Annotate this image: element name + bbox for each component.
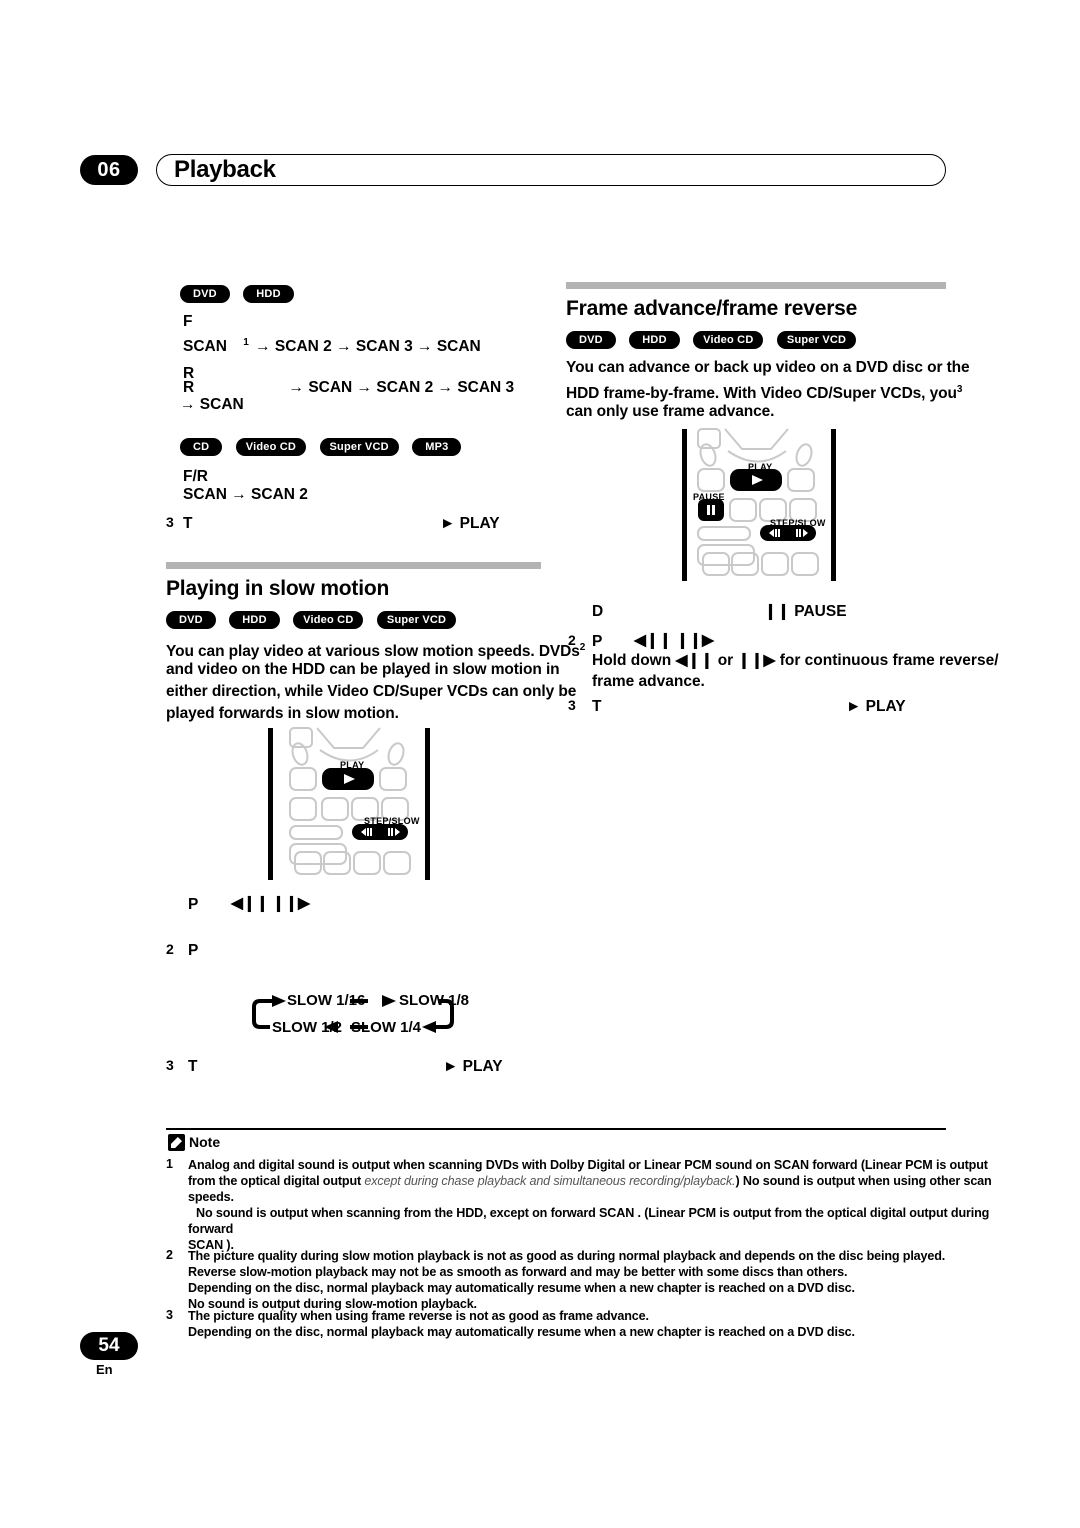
badge-mp3: MP3: [412, 438, 462, 456]
remote-illustration-slow-motion: [262, 726, 442, 888]
remote-step-slow-label: STEP/SLOW: [770, 518, 826, 528]
slow-motion-intro-text-1: You can play video at various slow motio…: [166, 643, 580, 661]
frame-advance-intro-line-1: You can advance or back up video on a DV…: [566, 359, 970, 376]
slow-motion-step-1-reverse-icon: ◀❙❙: [231, 895, 269, 912]
page-language-code: En: [96, 1362, 113, 1377]
badge-row-scan-dvd-hdd: DVD HDD: [180, 285, 303, 303]
notes-divider: [166, 1128, 946, 1130]
frame-advance-intro-text-2: HDD frame-by-frame. With Video CD/Super …: [566, 385, 957, 403]
note-line: speeds.: [188, 1190, 234, 1204]
frame-advance-step-3-number: 3: [568, 697, 576, 713]
note-line-italic: except during chase playback and simulta…: [364, 1174, 736, 1188]
note-line-tail: ) No sound is output when using other sc…: [735, 1174, 992, 1188]
badge-video-cd: Video CD: [293, 611, 364, 629]
frame-advance-intro-line-3: can only use frame advance.: [566, 403, 775, 420]
section-heading-slow-motion: Playing in slow motion: [166, 577, 390, 600]
slow-motion-step-3-action: ► PLAY: [443, 1058, 503, 1075]
page-number-badge: 54: [80, 1332, 138, 1360]
scan-fr-sequence: SCAN → SCAN 2: [183, 486, 308, 503]
badge-video-cd: Video CD: [693, 331, 764, 349]
scan-forward-label: F: [183, 313, 193, 330]
badge-hdd: HDD: [243, 285, 294, 303]
scan-fr-label: F/R: [183, 468, 208, 485]
badge-dvd: DVD: [566, 331, 616, 349]
note-line: Reverse slow-motion playback may not be …: [188, 1265, 848, 1279]
frame-advance-step-2-number: 2: [568, 632, 576, 648]
badge-video-cd: Video CD: [235, 438, 307, 456]
slow-motion-footnote-ref: 2: [579, 642, 586, 653]
note-line: Depending on the disc, normal playback m…: [188, 1325, 855, 1339]
badge-row-frame-advance: DVD HDD Video CD Super VCD: [566, 331, 865, 349]
chapter-number-badge: 06: [80, 155, 138, 185]
slow-motion-step-1-forward-icon: ❙❙▶: [272, 895, 310, 912]
note-number: 2: [166, 1248, 173, 1262]
remote-pause-label: PAUSE: [693, 492, 725, 502]
slow-motion-step-3-label: T: [188, 1058, 198, 1075]
remote-illustration-frame-advance: [676, 427, 856, 589]
badge-cd: CD: [180, 438, 223, 456]
frame-advance-step-1-action: ❙❙ PAUSE: [764, 603, 847, 620]
badge-row-scan-cd: CD Video CD Super VCD MP3: [180, 438, 470, 456]
page-title: Playback: [174, 156, 276, 183]
slow-motion-intro-line-2: and video on the HDD can be played in sl…: [166, 661, 560, 678]
notes-label: Note: [189, 1134, 221, 1150]
scan-forward-sequence-rest: → SCAN 2 → SCAN 3 → SCAN: [255, 338, 481, 356]
frame-advance-step-2-forward-icon: ❙❙▶: [676, 632, 714, 649]
note-line: forward: [188, 1222, 234, 1236]
slow-motion-intro-line-4: played forwards in slow motion.: [166, 705, 399, 722]
badge-hdd: HDD: [629, 331, 680, 349]
badge-super-vcd: Super VCD: [319, 438, 399, 456]
manual-page: 06 Playback DVD HDD F SCAN 1 → SCAN 2 → …: [0, 0, 1080, 1528]
frame-advance-hold-line-2: frame advance.: [592, 673, 705, 690]
scan-step-3-action: ► PLAY: [440, 515, 500, 532]
note-line: The picture quality during slow motion p…: [188, 1249, 946, 1263]
scan-reverse-sequence-prefix: R: [183, 379, 195, 396]
badge-row-slow-motion: DVD HDD Video CD Super VCD: [166, 611, 465, 629]
slow-motion-step-3-number: 3: [166, 1057, 174, 1073]
remote-play-label: PLAY: [748, 462, 773, 472]
pencil-icon: [168, 1134, 185, 1151]
frame-advance-hold-line-1: Hold down ◀❙❙ or ❙❙▶ for continuous fram…: [592, 652, 999, 669]
scan-reverse-sequence: R → SCAN → SCAN 2 → SCAN 3: [183, 379, 514, 397]
slow-motion-step-2-number: 2: [166, 941, 174, 957]
slow-motion-step-1-label: P: [188, 896, 199, 913]
section-rule-slow-motion: [166, 562, 541, 569]
scan-reverse-sequence-wrap: → SCAN: [180, 396, 244, 413]
frame-advance-step-3-action: ► PLAY: [846, 698, 906, 715]
note-line: No sound is output when scanning from th…: [196, 1206, 990, 1220]
section-rule-frame-advance: [566, 282, 946, 289]
slow-speed-4: SLOW 1/2: [272, 1019, 343, 1036]
badge-dvd: DVD: [166, 611, 216, 629]
note-line-head: from the optical digital output: [188, 1174, 365, 1188]
note-line: Depending on the disc, normal playback m…: [188, 1281, 855, 1295]
remote-step-slow-label: STEP/SLOW: [364, 816, 420, 826]
section-heading-frame-advance: Frame advance/frame reverse: [566, 297, 858, 320]
badge-dvd: DVD: [180, 285, 230, 303]
note-line: The picture quality when using frame rev…: [188, 1309, 649, 1323]
scan-forward-sequence: SCAN 1 → SCAN 2 → SCAN 3 → SCAN: [183, 337, 481, 356]
slow-speed-2: SLOW 1/8: [399, 992, 470, 1009]
slow-motion-step-2-label: P: [188, 942, 199, 959]
frame-advance-step-2-reverse-icon: ◀❙❙: [634, 632, 672, 649]
scan-reverse-sequence-rest: → SCAN → SCAN 2 → SCAN 3: [288, 379, 515, 396]
slow-speed-3: SLOW 1/4: [351, 1019, 422, 1036]
scan-forward-sequence-prefix: SCAN: [183, 338, 227, 356]
scan-forward-footnote-ref: 1: [243, 337, 249, 348]
frame-advance-step-1-label: D: [592, 603, 604, 620]
slow-speed-1: SLOW 1/16: [287, 992, 366, 1009]
scan-step-3-number: 3: [166, 514, 174, 530]
frame-advance-footnote-ref: 3: [956, 384, 963, 395]
badge-hdd: HDD: [229, 611, 280, 629]
slow-motion-intro-line-3: either direction, while Video CD/Super V…: [166, 683, 577, 700]
frame-advance-step-3-label: T: [592, 698, 602, 715]
note-line: from the optical digital output except d…: [188, 1173, 992, 1190]
badge-super-vcd: Super VCD: [776, 331, 857, 349]
scan-step-3-label: T: [183, 515, 193, 532]
note-number: 1: [166, 1157, 173, 1171]
badge-super-vcd: Super VCD: [376, 611, 457, 629]
note-line: Analog and digital sound is output when …: [188, 1158, 988, 1172]
remote-play-label: PLAY: [340, 760, 365, 770]
note-number: 3: [166, 1308, 173, 1322]
